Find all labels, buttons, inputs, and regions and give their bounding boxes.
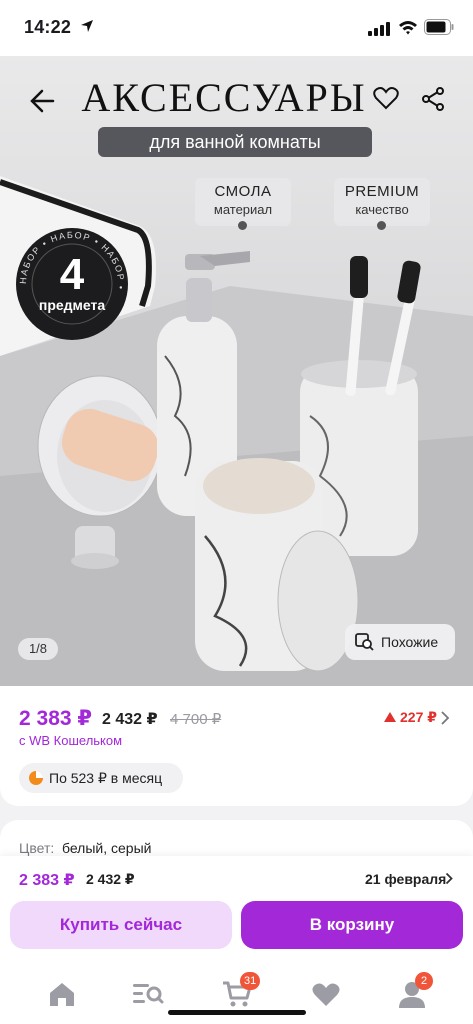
tab-catalog[interactable] xyxy=(132,980,164,1008)
favorite-heart-icon[interactable] xyxy=(372,84,400,112)
bottom-tab-bar: 31 2 xyxy=(0,966,473,1024)
tab-home[interactable] xyxy=(47,980,77,1008)
home-indicator xyxy=(168,1010,306,1015)
set-count-badge: НАБОР • НАБОР • НАБОР • 4 предмета xyxy=(16,228,128,340)
tab-cart[interactable]: 31 xyxy=(222,972,261,1008)
feature-material: СМОЛА материал xyxy=(195,178,291,230)
buy-now-button[interactable]: Купить сейчас xyxy=(10,901,232,949)
price-up-triangle-icon xyxy=(384,712,396,722)
image-pager: 1/8 xyxy=(18,638,58,660)
similar-button[interactable]: Похожие xyxy=(345,624,455,660)
feature-subtitle: материал xyxy=(213,202,273,217)
tab-favorites[interactable] xyxy=(311,980,341,1008)
feature-dot xyxy=(238,221,247,230)
add-to-cart-button[interactable]: В корзину xyxy=(241,901,463,949)
color-key: Цвет: xyxy=(19,840,55,856)
status-bar: 14:22 xyxy=(0,0,473,56)
battery-icon xyxy=(424,19,454,35)
location-arrow-icon xyxy=(81,20,93,32)
badge-number: 4 xyxy=(59,250,85,299)
installment-button[interactable]: По 523 ₽ в месяц xyxy=(19,763,183,793)
catalog-search-icon xyxy=(133,984,164,1004)
wallet-price: 2 383 ₽ xyxy=(19,707,92,730)
wifi-icon xyxy=(399,21,417,35)
details-card: Цвет: белый, серый xyxy=(0,820,473,860)
price-drop-value: 227 ₽ xyxy=(400,709,437,725)
badge-label: предмета xyxy=(38,297,106,313)
back-arrow-icon[interactable] xyxy=(26,86,56,116)
delivery-date[interactable]: 21 февраля xyxy=(365,871,446,887)
old-price: 4 700 ₽ xyxy=(170,711,222,728)
status-time: 14:22 xyxy=(24,17,72,37)
installment-pie-icon xyxy=(29,771,43,785)
product-image-gallery[interactable]: АКСЕССУАРЫ для ванной комнаты СМОЛА мате… xyxy=(0,56,473,686)
price-drop[interactable]: 227 ₽ xyxy=(384,709,437,726)
similar-label: Похожие xyxy=(381,634,439,650)
buy-bar: 2 383 ₽ 2 432 ₽ 21 февраля Купить сейчас… xyxy=(0,856,473,966)
feature-title: СМОЛА xyxy=(214,183,272,200)
profile-notification-badge: 2 xyxy=(415,972,433,990)
buy-bar-price: 2 432 ₽ xyxy=(86,871,135,887)
cart-count-badge: 31 xyxy=(240,972,261,990)
feature-quality: PREMIUM качество xyxy=(334,178,430,230)
price-card: 2 383 ₽ 2 432 ₽ 4 700 ₽ с WB Кошельком 2… xyxy=(0,686,473,806)
wallet-link[interactable]: с WB Кошельком xyxy=(19,733,122,748)
installment-label: По 523 ₽ в месяц xyxy=(49,770,163,786)
feature-dot xyxy=(377,221,386,230)
cellular-signal-icon xyxy=(368,22,390,36)
hero-subtitle: для ванной комнаты xyxy=(98,127,372,157)
regular-price: 2 432 ₽ xyxy=(102,711,158,728)
feature-title: PREMIUM xyxy=(344,183,420,200)
chevron-right-icon[interactable] xyxy=(445,872,453,885)
share-icon[interactable] xyxy=(420,86,446,112)
home-icon xyxy=(50,983,74,1006)
feature-subtitle: качество xyxy=(355,202,409,217)
buy-bar-wallet-price: 2 383 ₽ xyxy=(19,872,75,889)
similar-search-icon xyxy=(355,633,374,651)
hero-title: АКСЕССУАРЫ xyxy=(81,75,367,120)
tab-profile[interactable]: 2 xyxy=(397,972,433,1008)
color-value: белый, серый xyxy=(62,840,152,856)
chevron-right-icon[interactable] xyxy=(440,710,450,726)
heart-icon xyxy=(312,983,340,1006)
